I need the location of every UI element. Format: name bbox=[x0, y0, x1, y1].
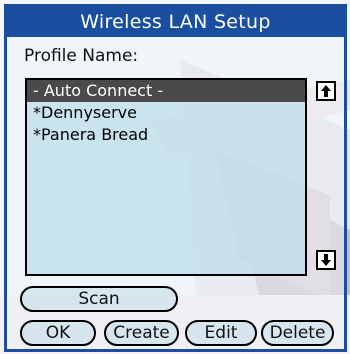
dialog-title: Wireless LAN Setup bbox=[7, 7, 344, 37]
profile-name-label: Profile Name: bbox=[24, 46, 139, 66]
scroll-down-button[interactable] bbox=[316, 250, 336, 270]
create-button[interactable]: Create bbox=[104, 320, 179, 346]
profile-list[interactable]: - Auto Connect - *Dennyserve *Panera Bre… bbox=[25, 78, 307, 276]
ok-button[interactable]: OK bbox=[20, 320, 96, 346]
profile-list-item-dennyserve[interactable]: *Dennyserve bbox=[27, 102, 305, 124]
delete-button[interactable]: Delete bbox=[261, 320, 334, 346]
profile-list-item-auto-connect[interactable]: - Auto Connect - bbox=[27, 80, 305, 102]
arrow-down-icon bbox=[321, 254, 331, 266]
scan-button[interactable]: Scan bbox=[20, 286, 178, 312]
scroll-up-button[interactable] bbox=[316, 81, 336, 101]
edit-button[interactable]: Edit bbox=[185, 320, 257, 346]
arrow-up-icon bbox=[321, 85, 331, 97]
profile-list-item-panera-bread[interactable]: *Panera Bread bbox=[27, 124, 305, 146]
